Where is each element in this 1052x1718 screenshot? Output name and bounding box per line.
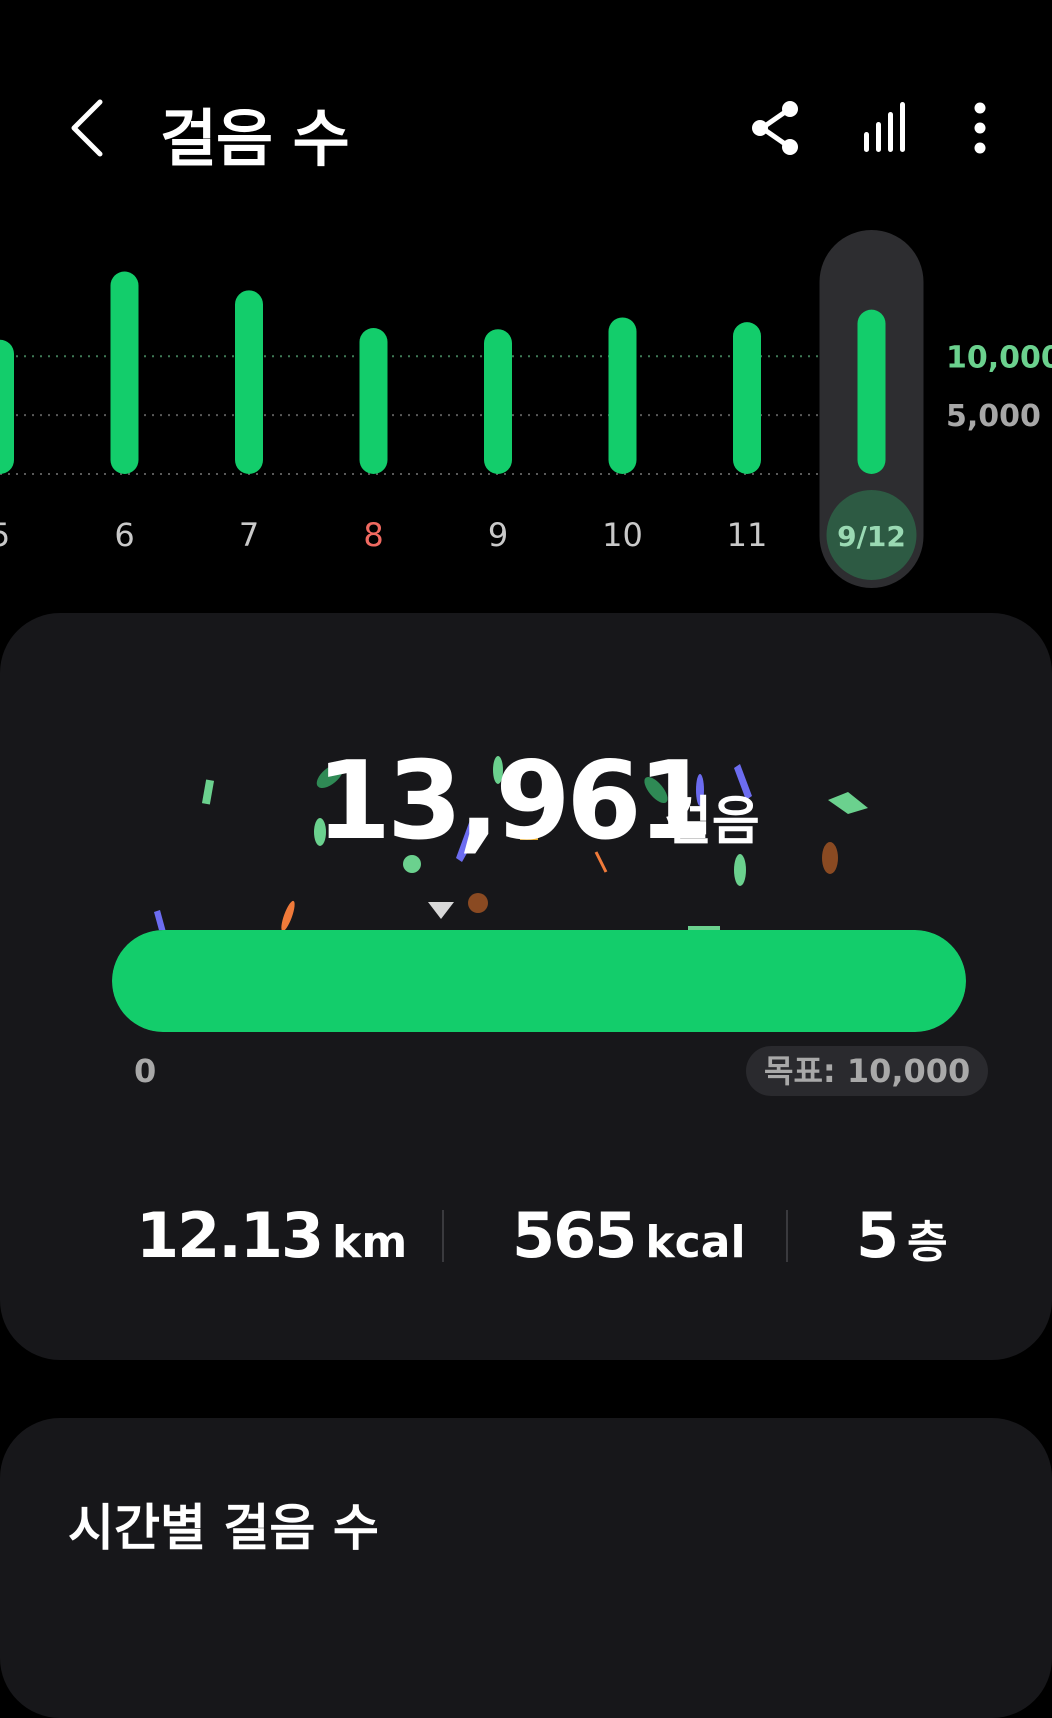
- steps-unit: 걸음: [664, 792, 760, 852]
- floors-stat: 5층: [856, 1205, 948, 1267]
- stat-divider: [786, 1210, 788, 1262]
- day-label: 5: [0, 516, 10, 554]
- bar-10: [608, 317, 637, 474]
- bar-8: [359, 328, 388, 474]
- bar-5: [0, 339, 14, 474]
- day-label: 10: [602, 516, 643, 554]
- day-label: 6: [114, 516, 134, 554]
- distance-unit: km: [332, 1217, 408, 1268]
- goal-chip[interactable]: 목표: 10,000: [746, 1046, 989, 1096]
- floors-unit: 층: [907, 1217, 948, 1268]
- reference-label: 10,000: [946, 340, 1052, 375]
- bar-7: [235, 290, 263, 474]
- bar-stats-icon: [864, 102, 905, 152]
- distance-value: 12.13: [136, 1199, 324, 1272]
- calories-stat: 565 kcal: [512, 1205, 746, 1267]
- more-vertical-icon: [974, 102, 986, 154]
- goal-progress-fill: [112, 930, 966, 1032]
- page-title: 걸음 수: [160, 102, 350, 175]
- daily-steps-chart: 5 6 7 8 9 10 11 9/12 10,000 5,000: [0, 230, 1052, 588]
- calories-value: 565: [512, 1199, 637, 1272]
- bar-11: [733, 322, 761, 474]
- day-label: 9: [488, 516, 508, 554]
- calories-unit: kcal: [645, 1217, 746, 1268]
- share-icon: [752, 101, 798, 155]
- goal-pointer-marker: [428, 902, 454, 919]
- day-label: 7: [239, 516, 259, 554]
- goal-progress-bar: [112, 930, 966, 1032]
- distance-stat: 12.13 km: [136, 1205, 407, 1267]
- stat-divider: [442, 1210, 444, 1262]
- stats-button[interactable]: [858, 96, 918, 160]
- hourly-steps-card[interactable]: [0, 1418, 1052, 1718]
- bar-9-12: [857, 309, 886, 474]
- back-button[interactable]: [62, 92, 118, 164]
- hourly-steps-title: 시간별 걸음 수: [68, 1499, 379, 1557]
- day-label: 11: [727, 516, 768, 554]
- more-options-button[interactable]: [960, 96, 1000, 160]
- steps-count: 13,961: [316, 739, 713, 864]
- selected-date-label: 9/12: [837, 520, 906, 553]
- bar-6: [110, 271, 139, 474]
- floors-value: 5: [856, 1199, 899, 1272]
- day-label: 8: [363, 516, 383, 554]
- bar-9: [484, 329, 512, 474]
- share-button[interactable]: [746, 96, 806, 160]
- progress-min-label: 0: [134, 1052, 157, 1090]
- reference-label: 5,000: [946, 399, 1041, 434]
- chevron-left-icon: [71, 99, 103, 157]
